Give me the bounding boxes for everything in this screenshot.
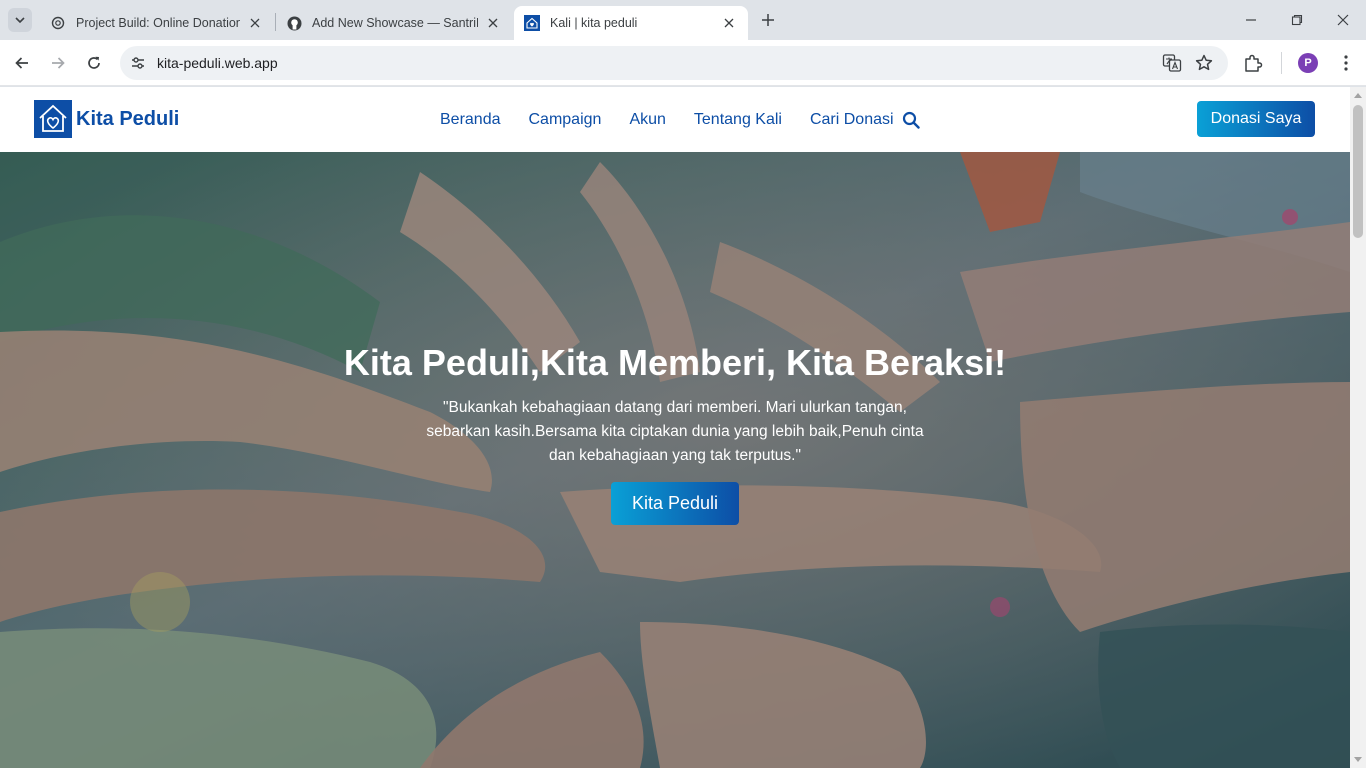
scroll-down-arrow-icon[interactable] — [1350, 752, 1366, 768]
page-scrollbar[interactable] — [1350, 87, 1366, 768]
close-tab-icon[interactable] — [720, 14, 738, 32]
hero-title: Kita Peduli,Kita Memberi, Kita Beraksi! — [343, 342, 1007, 383]
tab-title: Project Build: Online Donation — [76, 16, 240, 30]
kita-peduli-icon — [524, 15, 540, 31]
toolbar-divider — [1281, 52, 1282, 74]
extensions-icon[interactable] — [1242, 52, 1264, 74]
page-viewport: Kita Peduli Beranda Campaign Akun Tentan… — [0, 87, 1366, 768]
nav-link-beranda[interactable]: Beranda — [440, 111, 501, 129]
site-info-icon[interactable] — [128, 53, 148, 73]
main-menu: Beranda Campaign Akun Tentang Kali Cari … — [440, 109, 920, 131]
reload-icon — [88, 56, 100, 69]
nav-link-campaign[interactable]: Campaign — [529, 111, 602, 129]
tab-search-button[interactable] — [8, 8, 32, 32]
openai-icon — [50, 15, 66, 31]
close-icon — [1337, 14, 1349, 26]
hero-quote: "Bukankah kebahagiaan datang dari member… — [426, 399, 924, 464]
translate-icon[interactable] — [1162, 53, 1182, 73]
minimize-button[interactable] — [1228, 0, 1274, 40]
search-icon[interactable] — [902, 111, 920, 129]
close-window-button[interactable] — [1320, 0, 1366, 40]
github-icon — [286, 15, 302, 31]
restore-icon — [1291, 14, 1303, 26]
bookmark-star-icon[interactable] — [1194, 53, 1214, 73]
kita-peduli-button[interactable]: Kita Peduli — [611, 482, 739, 525]
address-bar[interactable]: kita-peduli.web.app — [120, 46, 1228, 80]
forward-button[interactable] — [44, 49, 72, 77]
chevron-down-icon — [15, 17, 25, 24]
url-text[interactable]: kita-peduli.web.app — [157, 55, 278, 71]
menu-kebab-icon[interactable] — [1336, 52, 1356, 74]
kita-peduli-logo — [34, 100, 72, 138]
tab-project-build[interactable]: Project Build: Online Donation — [40, 6, 274, 40]
back-button[interactable] — [8, 49, 36, 77]
site-navbar: Kita Peduli Beranda Campaign Akun Tentan… — [0, 87, 1350, 152]
nav-link-cari-donasi[interactable]: Cari Donasi — [810, 111, 894, 129]
site-brand[interactable]: Kita Peduli — [34, 100, 179, 138]
close-tab-icon[interactable] — [484, 14, 502, 32]
tab-title: Add New Showcase — SantriKoding — [312, 16, 478, 30]
nav-link-akun[interactable]: Akun — [629, 111, 665, 129]
donasi-saya-button[interactable]: Donasi Saya — [1197, 101, 1315, 137]
close-tab-icon[interactable] — [246, 14, 264, 32]
restore-button[interactable] — [1274, 0, 1320, 40]
tab-title: Kali | kita peduli — [550, 16, 638, 30]
scrollbar-thumb[interactable] — [1353, 105, 1363, 238]
reload-button[interactable] — [80, 49, 108, 77]
brand-name: Kita Peduli — [76, 107, 180, 130]
tab-add-showcase[interactable]: Add New Showcase — SantriKoding — [276, 6, 512, 40]
nav-link-tentang-kali[interactable]: Tentang Kali — [694, 111, 782, 129]
arrow-left-icon — [15, 57, 28, 69]
arrow-right-icon — [52, 57, 65, 69]
tab-kita-peduli[interactable]: Kali | kita peduli — [514, 6, 748, 40]
hero-section: Kita Peduli,Kita Memberi, Kita Beraksi! … — [0, 152, 1350, 768]
plus-icon — [762, 14, 774, 26]
new-tab-button[interactable] — [756, 8, 780, 32]
profile-avatar[interactable]: P — [1298, 53, 1318, 73]
scroll-up-arrow-icon[interactable] — [1350, 87, 1366, 103]
browser-toolbar: kita-peduli.web.app P — [0, 40, 1366, 86]
minimize-icon — [1246, 19, 1256, 21]
tab-strip: Project Build: Online Donation Add New S… — [0, 0, 1366, 40]
